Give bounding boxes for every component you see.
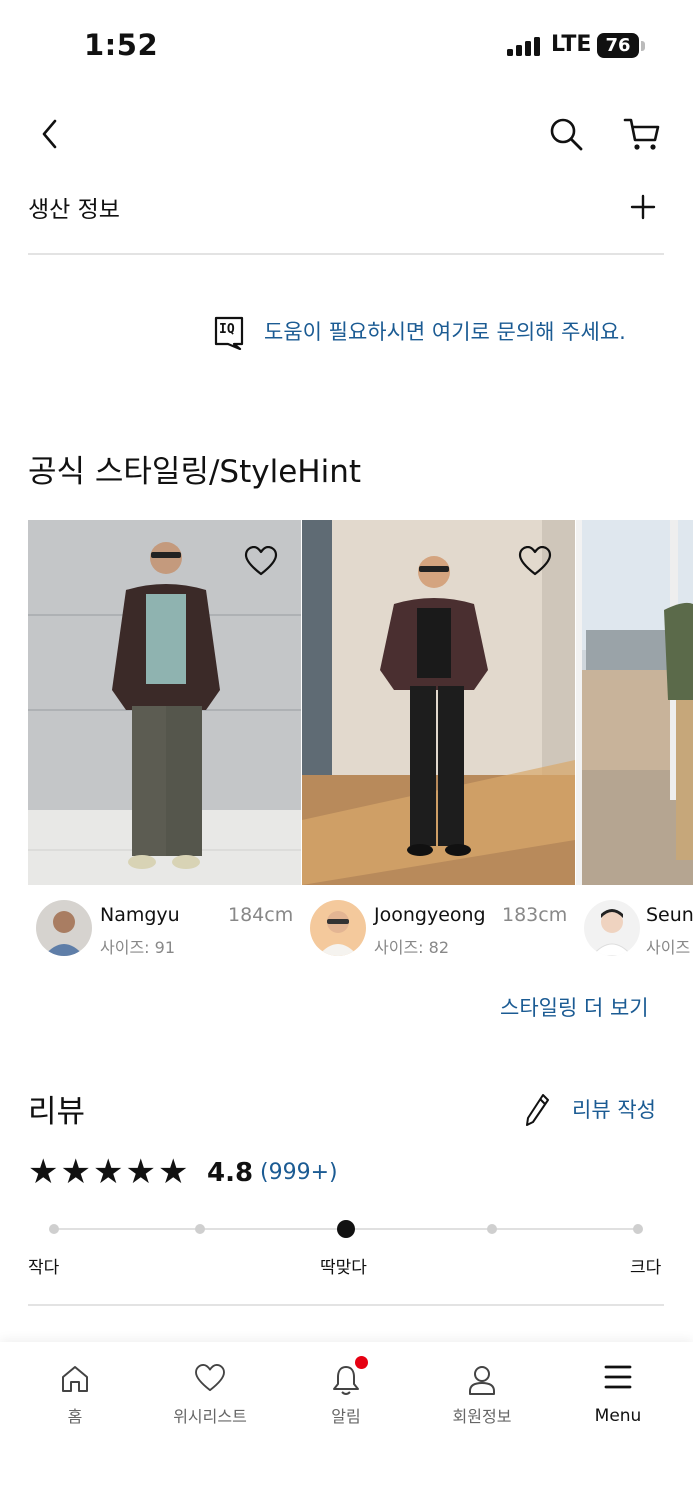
divider	[28, 1304, 664, 1306]
nav-wishlist[interactable]: 위시리스트	[141, 1342, 279, 1452]
model-name: Seun	[646, 904, 693, 926]
star-icon: ★	[125, 1152, 156, 1192]
nav-home[interactable]: 홈	[6, 1342, 144, 1452]
nav-label: 알림	[331, 1407, 361, 1426]
home-icon	[62, 1366, 88, 1392]
iq-chat-icon[interactable]: IQ	[214, 316, 244, 351]
network-label: LTE	[551, 32, 592, 57]
nav-menu[interactable]: Menu	[549, 1342, 687, 1452]
star-rating: ★★★★★	[28, 1152, 190, 1192]
search-icon[interactable]	[548, 116, 584, 152]
wishlist-heart-icon[interactable]	[518, 545, 552, 580]
iq-badge: IQ	[219, 322, 235, 337]
rating-value: 4.8	[207, 1158, 254, 1188]
more-styling-link[interactable]: 스타일링 더 보기	[500, 992, 649, 1022]
fit-dot	[49, 1224, 59, 1234]
status-time: 1:52	[84, 28, 159, 62]
star-icon: ★	[157, 1152, 189, 1192]
star-icon: ★	[28, 1152, 59, 1192]
nav-label: Menu	[594, 1406, 642, 1426]
review-count[interactable]: (999+)	[260, 1160, 338, 1185]
back-icon[interactable]	[36, 116, 64, 152]
model-size: 사이즈	[646, 938, 691, 957]
wishlist-heart-icon[interactable]	[244, 545, 278, 580]
review-section-title: 리뷰	[28, 1094, 86, 1130]
model-height: 183cm	[502, 904, 568, 926]
avatar	[584, 900, 640, 956]
avatar	[310, 900, 366, 956]
battery-tip	[641, 41, 645, 51]
nav-label: 홈	[67, 1407, 83, 1426]
styling-section-title: 공식 스타일링/StyleHint	[28, 454, 362, 490]
fit-label-small: 작다	[28, 1258, 60, 1278]
nav-notifications[interactable]: 알림	[277, 1342, 415, 1452]
styling-photo-seun[interactable]	[576, 520, 693, 885]
fit-dot	[487, 1224, 497, 1234]
production-info-label[interactable]: 생산 정보	[28, 190, 120, 224]
fit-dot-selected	[337, 1220, 355, 1238]
bell-icon	[333, 1366, 359, 1395]
fit-dot	[633, 1224, 643, 1234]
fit-label-fit: 딱맞다	[320, 1258, 367, 1278]
notification-dot	[355, 1356, 368, 1369]
nav-label: 회원정보	[452, 1407, 512, 1426]
heart-icon	[195, 1364, 225, 1392]
signal-icon	[507, 36, 543, 56]
model-name: Namgyu	[100, 904, 180, 926]
nav-label: 위시리스트	[173, 1407, 247, 1426]
bottom-nav: 홈 위시리스트 알림 회원정보 Menu	[0, 1342, 693, 1500]
model-size: 사이즈: 82	[374, 938, 449, 957]
model-size: 사이즈: 91	[100, 938, 175, 957]
model-name: Joongyeong	[374, 904, 486, 926]
pencil-icon[interactable]	[524, 1092, 550, 1132]
battery-icon: 76	[597, 33, 639, 58]
menu-icon	[604, 1365, 632, 1389]
fit-dot	[195, 1224, 205, 1234]
nav-account[interactable]: 회원정보	[413, 1342, 551, 1452]
fit-label-large: 크다	[630, 1258, 662, 1278]
star-icon: ★	[60, 1152, 91, 1192]
help-link[interactable]: 도움이 필요하시면 여기로 문의해 주세요.	[264, 316, 626, 346]
star-icon: ★	[92, 1152, 124, 1192]
divider	[28, 253, 664, 255]
write-review-link[interactable]: 리뷰 작성	[572, 1094, 656, 1124]
user-icon	[469, 1366, 495, 1395]
plus-icon[interactable]	[630, 194, 656, 224]
avatar	[36, 900, 92, 956]
cart-icon[interactable]	[622, 114, 662, 154]
model-height: 184cm	[228, 904, 294, 926]
model-info-clipped: Seun 사이즈	[646, 900, 693, 960]
